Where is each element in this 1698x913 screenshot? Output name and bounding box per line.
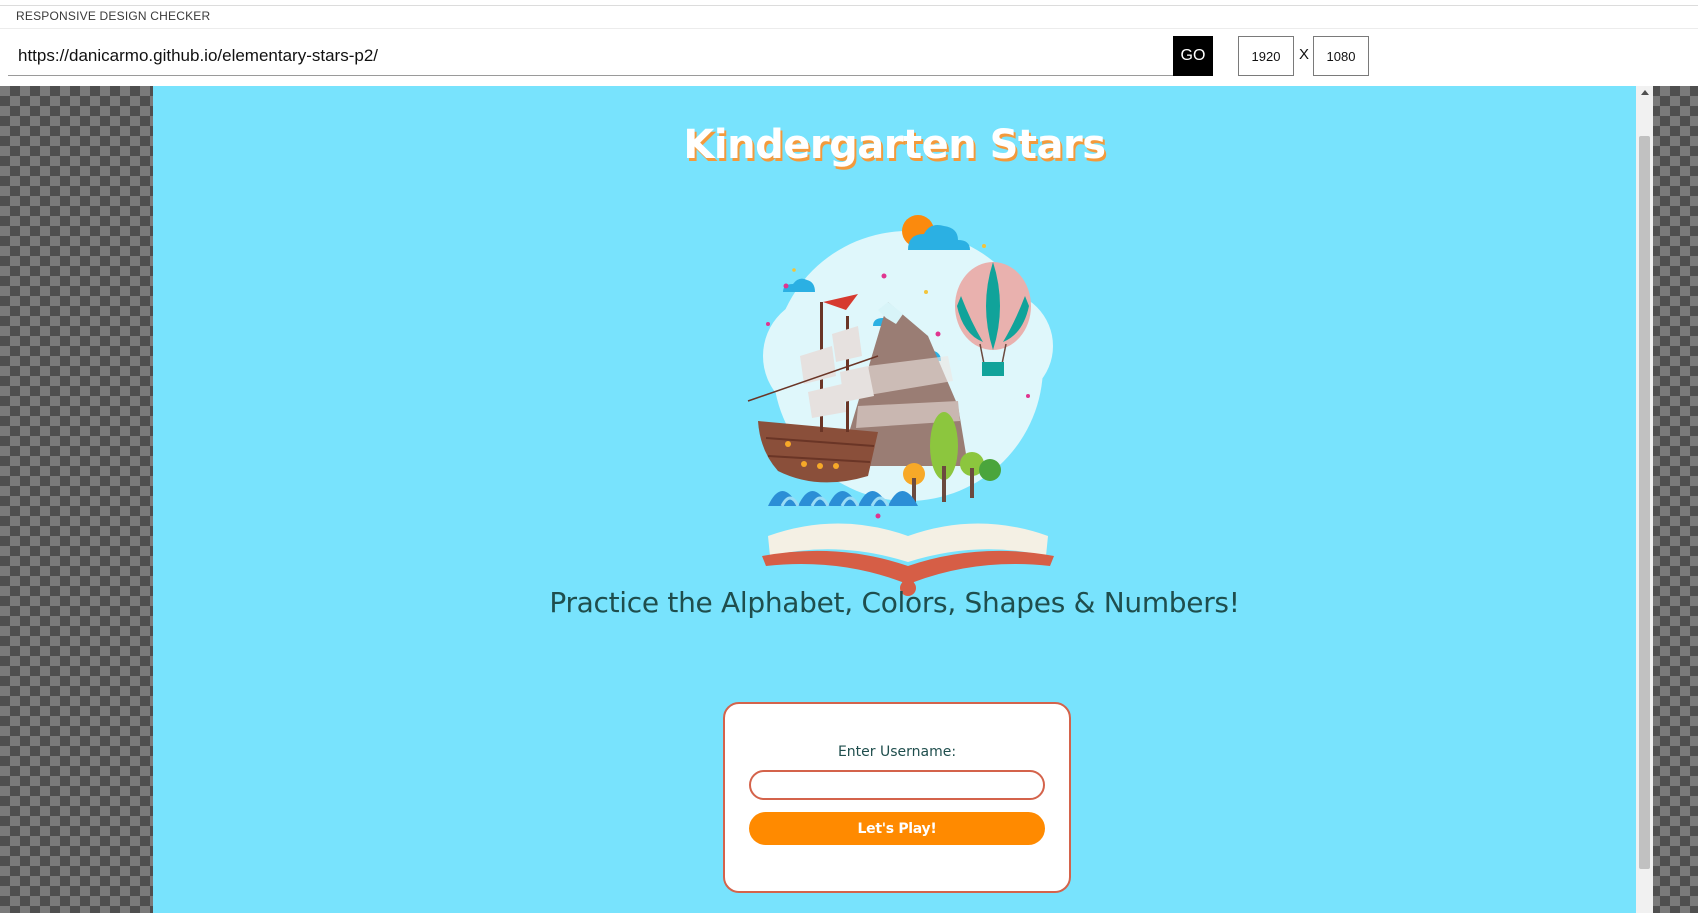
top-divider — [0, 5, 1698, 6]
scroll-up-arrow-icon[interactable] — [1641, 90, 1649, 95]
title-divider — [0, 28, 1698, 29]
tagline: Practice the Alphabet, Colors, Shapes & … — [549, 586, 1240, 619]
storybook-adventure-illustration — [747, 215, 1054, 596]
dimension-separator: X — [1299, 46, 1310, 63]
scrollbar-thumb[interactable] — [1639, 136, 1650, 869]
viewport-width-input[interactable] — [1238, 36, 1294, 76]
app-window: RESPONSIVE DESIGN CHECKER GO X Kindergar… — [0, 0, 1698, 913]
username-input[interactable] — [749, 770, 1045, 800]
site-title: Kindergarten Stars — [683, 122, 1106, 168]
lets-play-button[interactable]: Let's Play! — [749, 812, 1045, 845]
tool-title: RESPONSIVE DESIGN CHECKER — [16, 9, 211, 23]
site-preview-frame: Kindergarten Stars Practice the Alphabet… — [153, 86, 1636, 913]
username-label: Enter Username: — [837, 744, 957, 760]
viewport-height-input[interactable] — [1313, 36, 1369, 76]
url-input[interactable] — [8, 36, 1174, 76]
login-card: Enter Username: Let's Play! — [723, 702, 1071, 893]
vertical-scrollbar[interactable] — [1636, 86, 1653, 913]
go-button[interactable]: GO — [1173, 36, 1213, 76]
